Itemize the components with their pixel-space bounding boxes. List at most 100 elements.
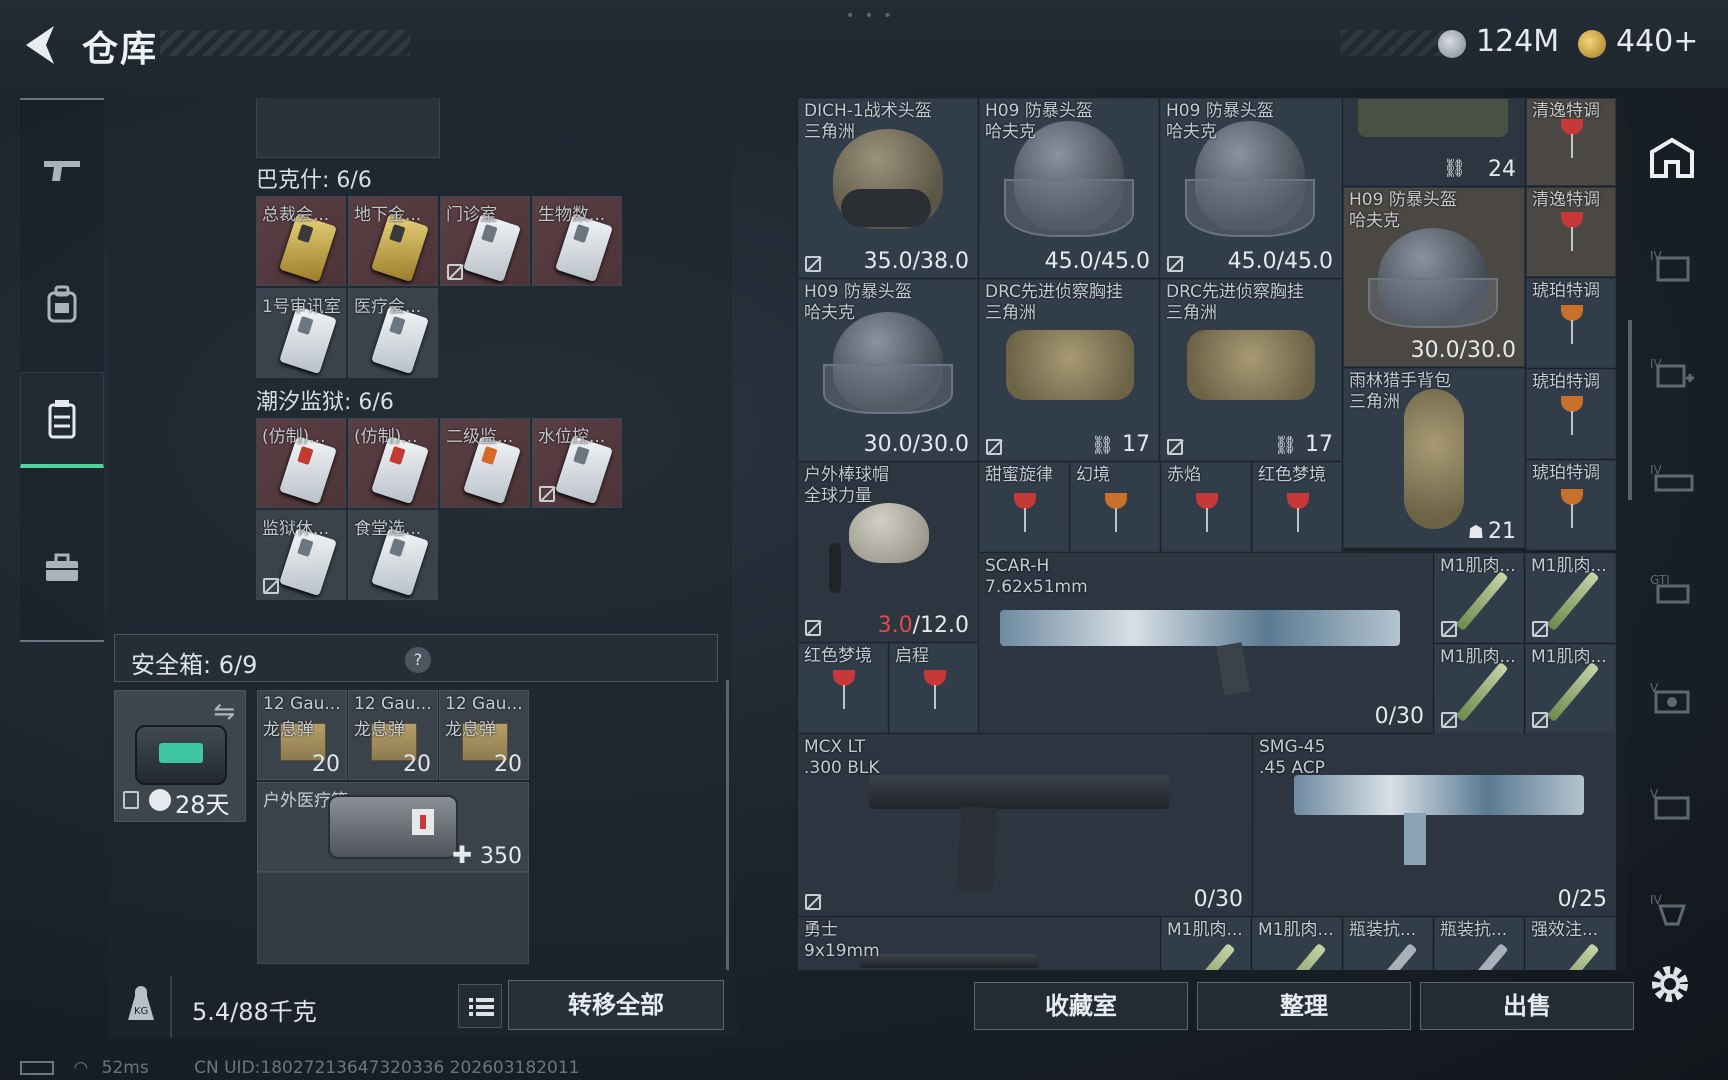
keycard-item[interactable]: 食堂选... bbox=[348, 510, 438, 600]
syringe-item[interactable]: M1肌肉... bbox=[1434, 644, 1524, 734]
item-name: M1肌肉... bbox=[1531, 556, 1607, 576]
item-name: 红色梦境 bbox=[804, 646, 872, 666]
drink-item[interactable]: 红色梦境 bbox=[798, 643, 888, 733]
syringe-image bbox=[1546, 661, 1600, 723]
drink-item[interactable]: 清逸特调 bbox=[1526, 187, 1616, 277]
syringe-item[interactable]: M1肌肉... bbox=[1525, 553, 1616, 643]
sell-button[interactable]: 出售 bbox=[1420, 982, 1634, 1030]
backpack-item[interactable]: 雨林猎手背包 三角洲 ☗ 21 bbox=[1343, 368, 1525, 548]
nav-room-medical[interactable]: IV bbox=[1648, 350, 1696, 394]
nav-room-gti[interactable]: GTI bbox=[1648, 566, 1696, 610]
help-button[interactable]: ? bbox=[405, 647, 431, 673]
keycard-item[interactable]: 水位控... bbox=[532, 418, 622, 508]
not-tradable-icon bbox=[805, 894, 821, 910]
drink-item[interactable]: 琥珀特调 bbox=[1526, 369, 1616, 459]
bottle-item[interactable]: 瓶装抗... bbox=[1434, 917, 1524, 970]
chest-rig-item[interactable]: DRC先进侦察胸挂 三角洲 ⛓ 17 bbox=[979, 279, 1159, 461]
left-nav bbox=[20, 98, 104, 642]
drink-item[interactable]: 琥珀特调 bbox=[1526, 278, 1616, 368]
not-tradable-icon bbox=[1532, 621, 1548, 637]
sort-button[interactable]: 整理 bbox=[1197, 982, 1411, 1030]
drink-item[interactable]: 琥珀特调 bbox=[1526, 460, 1616, 550]
nav-room-display[interactable]: V bbox=[1648, 674, 1696, 718]
medkit-item[interactable]: 户外医疗箱 ✚ 350 bbox=[257, 782, 529, 872]
helmet-item[interactable]: DICH-1战术头盔 三角洲 35.0/38.0 bbox=[798, 98, 978, 278]
settings-button[interactable] bbox=[1648, 962, 1692, 1006]
ammo-count: 0/25 bbox=[1557, 887, 1607, 912]
item-name: 生物数... bbox=[538, 205, 606, 225]
ammo-item[interactable]: 12 Gau... 龙息弹 20 bbox=[439, 690, 529, 780]
nav-equipment[interactable] bbox=[20, 256, 104, 352]
item-count: 24 bbox=[1488, 157, 1516, 182]
swap-icon[interactable]: ⇋ bbox=[213, 697, 235, 727]
keycard-item[interactable]: 门诊室 bbox=[440, 196, 530, 286]
nav-room-trophy[interactable]: IV bbox=[1648, 886, 1696, 930]
back-button[interactable] bbox=[20, 22, 60, 68]
left-scrollbar[interactable] bbox=[726, 680, 729, 970]
nav-room-stand[interactable]: V bbox=[1648, 780, 1696, 824]
item-subname: 龙息弹 bbox=[445, 720, 496, 740]
transfer-all-button[interactable]: 转移全部 bbox=[508, 980, 724, 1030]
syringe-item[interactable]: 强效注... bbox=[1525, 917, 1616, 970]
gold-coin-icon[interactable] bbox=[1578, 30, 1606, 58]
medkit-image bbox=[328, 795, 458, 859]
syringe-image bbox=[1546, 570, 1600, 632]
ammo-item[interactable]: 12 Gau... 龙息弹 20 bbox=[348, 690, 438, 780]
nav-fortress[interactable] bbox=[1648, 136, 1696, 180]
helmet-item[interactable]: H09 防暴头盔 哈夫克 45.0/45.0 bbox=[979, 98, 1159, 278]
nav-room-cabinet[interactable]: IV bbox=[1648, 242, 1696, 286]
syringe-item[interactable]: M1肌肉... bbox=[1161, 917, 1251, 970]
keycard-item[interactable]: 总裁会... bbox=[256, 196, 346, 286]
keycard-item[interactable]: 生物数... bbox=[532, 196, 622, 286]
keycard-item[interactable]: 地下金... bbox=[348, 196, 438, 286]
item-name: 琥珀特调 bbox=[1532, 281, 1600, 301]
nav-weapons[interactable] bbox=[20, 122, 104, 218]
stacked-item[interactable]: ⛓ 24 bbox=[1343, 98, 1525, 186]
keycard-item[interactable]: 医疗会... bbox=[348, 288, 438, 378]
drink-item[interactable]: 启程 bbox=[889, 643, 978, 733]
item-subname: 龙息弹 bbox=[354, 720, 405, 740]
cap-item[interactable]: 户外棒球帽 全球力量 3.0/12.0 bbox=[798, 462, 978, 642]
keycard-item[interactable]: 二级监... bbox=[440, 418, 530, 508]
nav-briefcase[interactable] bbox=[20, 520, 104, 616]
gold-currency-value[interactable]: 440+ bbox=[1616, 24, 1698, 59]
chest-rig-item[interactable]: DRC先进侦察胸挂 三角洲 ⛓ 17 bbox=[1160, 279, 1342, 461]
syringe-item[interactable]: M1肌肉... bbox=[1525, 644, 1616, 734]
pistol-item[interactable]: 勇士 9x19mm bbox=[798, 917, 1160, 970]
keycard-item[interactable]: (仿制)... bbox=[348, 418, 438, 508]
helmet-item[interactable]: H09 防暴头盔 哈夫克 45.0/45.0 bbox=[1160, 98, 1342, 278]
nav-room-train[interactable]: IV bbox=[1648, 456, 1696, 500]
rifle-item[interactable]: MCX LT .300 BLK 0/30 bbox=[798, 734, 1252, 916]
drink-image bbox=[833, 670, 855, 710]
keycard-item[interactable]: (仿制)... bbox=[256, 418, 346, 508]
rifle-magazine bbox=[1215, 642, 1251, 696]
keycard-item[interactable]: 1号审讯室 bbox=[256, 288, 346, 378]
syringe-item[interactable]: M1肌肉... bbox=[1434, 553, 1524, 643]
drink-item[interactable]: 红色梦境 bbox=[1252, 462, 1342, 552]
safebox-item[interactable]: ⇋ 28天 bbox=[114, 690, 246, 822]
item-name: H09 防暴头盔 哈夫克 bbox=[804, 282, 912, 323]
bottle-item[interactable]: 瓶装抗... bbox=[1343, 917, 1433, 970]
item-name: DRC先进侦察胸挂 三角洲 bbox=[1166, 282, 1304, 323]
keycard-item[interactable]: 监狱休... bbox=[256, 510, 346, 600]
list-view-button[interactable] bbox=[458, 984, 502, 1028]
not-tradable-icon bbox=[1441, 621, 1457, 637]
drink-item[interactable]: 幻境 bbox=[1070, 462, 1160, 552]
drink-item[interactable]: 赤焰 bbox=[1161, 462, 1251, 552]
right-scrollbar[interactable] bbox=[1628, 320, 1632, 500]
nav-storage[interactable] bbox=[20, 372, 104, 468]
helmet-item[interactable]: H09 防暴头盔 哈夫克 30.0/30.0 bbox=[798, 279, 978, 461]
syringe-item[interactable]: M1肌肉... bbox=[1252, 917, 1342, 970]
rifle-item[interactable]: SCAR-H 7.62x51mm 0/30 bbox=[979, 553, 1433, 733]
drink-item[interactable]: 清逸特调 bbox=[1526, 98, 1616, 186]
collection-room-button[interactable]: 收藏室 bbox=[974, 982, 1188, 1030]
item-name: H09 防暴头盔 哈夫克 bbox=[985, 101, 1093, 142]
ammo-item[interactable]: 12 Gau... 龙息弹 20 bbox=[257, 690, 347, 780]
durability: 45.0/45.0 bbox=[1227, 249, 1333, 274]
item-name: (仿制)... bbox=[262, 427, 326, 447]
drink-item[interactable]: 甜蜜旋律 bbox=[979, 462, 1069, 552]
durability-current: 3.0 bbox=[877, 613, 913, 638]
helmet-item[interactable]: H09 防暴头盔 哈夫克 30.0/30.0 bbox=[1343, 187, 1525, 367]
item-name: 红色梦境 bbox=[1258, 465, 1326, 485]
smg-item[interactable]: SMG-45 .45 ACP 0/25 bbox=[1253, 734, 1616, 916]
